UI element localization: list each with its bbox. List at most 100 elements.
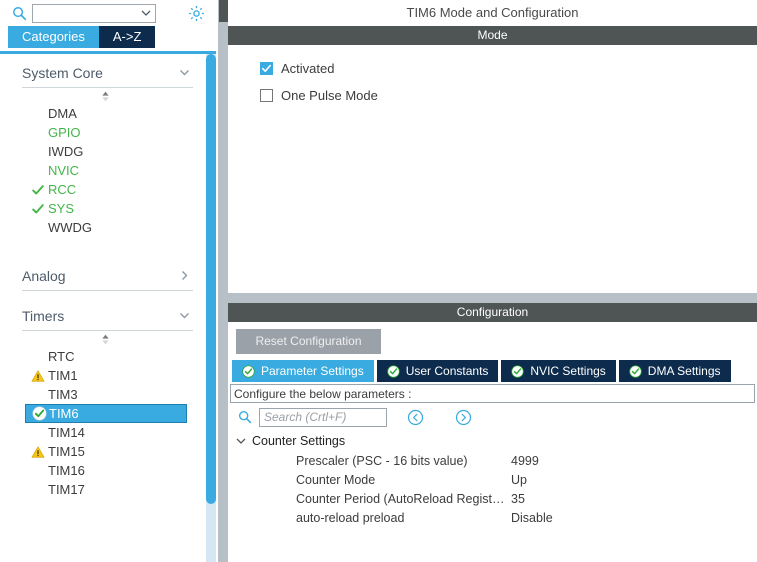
- tree-item-label: RTC: [48, 349, 75, 364]
- tree-item-sys[interactable]: SYS: [0, 199, 205, 218]
- check-circle-icon: [511, 364, 525, 378]
- tree-item-tim6[interactable]: TIM6: [25, 404, 187, 423]
- tree-item-label: TIM1: [48, 368, 78, 383]
- parameter-search-input[interactable]: Search (Crtl+F): [259, 407, 387, 427]
- tree-item-label: TIM6: [49, 406, 79, 421]
- tree-scroll-spinner[interactable]: [0, 331, 205, 347]
- component-tree-inner: System Core DMA GPIO IWDG NVIC RCC SYS WWDG Anal…: [0, 54, 205, 507]
- tree-group-label: System Core: [22, 64, 103, 81]
- tree-item-rtc[interactable]: RTC: [0, 347, 205, 366]
- tree-item-label: TIM14: [48, 425, 85, 440]
- tab-label: NVIC Settings: [530, 364, 606, 378]
- mode-configuration-pane: TIM6 Mode and Configuration Mode Activat…: [228, 0, 757, 562]
- one-pulse-mode-checkbox[interactable]: [260, 89, 273, 102]
- tree-item-wwdg[interactable]: WWDG: [0, 218, 205, 237]
- parameter-value[interactable]: 35: [511, 492, 757, 506]
- tree-item-tim14[interactable]: TIM14: [0, 423, 205, 442]
- tree-item-nvic[interactable]: NVIC: [0, 161, 205, 180]
- tab-label: User Constants: [405, 364, 489, 378]
- checkbox-row-activated[interactable]: Activated: [228, 55, 757, 82]
- search-icon[interactable]: [8, 2, 30, 24]
- tab-dma-settings[interactable]: DMA Settings: [618, 360, 731, 382]
- sidebar-tab-bar: Categories A->Z: [0, 26, 218, 48]
- sidebar-search-row: [0, 0, 218, 26]
- circle-right-arrow-icon[interactable]: [451, 406, 475, 428]
- tree-item-rcc[interactable]: RCC: [0, 180, 205, 199]
- tab-a-to-z[interactable]: A->Z: [98, 26, 156, 48]
- parameter-search-row: Search (Crtl+F): [228, 403, 757, 431]
- tree-item-label: TIM17: [48, 482, 85, 497]
- tree-item-tim1[interactable]: TIM1: [0, 366, 205, 385]
- check-icon: [30, 182, 46, 198]
- mode-section-header: Mode: [228, 26, 757, 45]
- parameter-row[interactable]: auto-reload preload Disable: [228, 508, 757, 527]
- chevron-down-icon[interactable]: [175, 307, 193, 325]
- tree-group-timers[interactable]: Timers: [22, 301, 193, 331]
- warning-icon: [30, 368, 46, 384]
- parameter-name: Counter Mode: [296, 472, 376, 487]
- tree-item-gpio[interactable]: GPIO: [0, 123, 205, 142]
- tree-item-label: DMA: [48, 106, 77, 121]
- tree-group-analog[interactable]: Analog: [22, 261, 193, 291]
- parameter-value[interactable]: Disable: [511, 511, 757, 525]
- parameter-value[interactable]: Up: [511, 473, 757, 487]
- activated-checkbox[interactable]: [260, 62, 273, 75]
- tree-item-label: TIM3: [48, 387, 78, 402]
- tree-item-tim16[interactable]: TIM16: [0, 461, 205, 480]
- param-group-counter-settings[interactable]: Counter Settings: [228, 431, 757, 451]
- tree-item-label: NVIC: [48, 163, 80, 178]
- tree-group-gap: [0, 499, 205, 507]
- tab-categories[interactable]: Categories: [8, 26, 99, 48]
- circle-left-arrow-icon[interactable]: [403, 406, 427, 428]
- tab-nvic-settings[interactable]: NVIC Settings: [501, 360, 616, 382]
- one-pulse-mode-label: One Pulse Mode: [281, 88, 378, 103]
- reset-row: Reset Configuration: [228, 322, 757, 360]
- vertical-splitter[interactable]: [218, 0, 228, 562]
- gear-icon[interactable]: [186, 3, 206, 23]
- chevron-right-icon[interactable]: [175, 267, 193, 285]
- tab-user-constants[interactable]: User Constants: [376, 360, 499, 382]
- sidebar-scrollbar-track[interactable]: [206, 54, 216, 562]
- configuration-section-body: Reset Configuration Parameter Settings Us…: [228, 322, 757, 562]
- tree-item-label: RCC: [48, 182, 77, 197]
- tab-label: DMA Settings: [647, 364, 721, 378]
- check-circle-icon: [242, 364, 255, 378]
- tree-item-tim15[interactable]: TIM15: [0, 442, 205, 461]
- tree-group-system-core[interactable]: System Core: [22, 58, 193, 88]
- tree-item-label: TIM16: [48, 463, 85, 478]
- splitter-handle-top[interactable]: [219, 0, 228, 22]
- tree-item-label: SYS: [48, 201, 75, 216]
- reset-configuration-button[interactable]: Reset Configuration: [236, 328, 381, 354]
- configuration-section-header: Configuration: [228, 303, 757, 322]
- search-combobox[interactable]: [32, 3, 156, 23]
- parameter-row[interactable]: Prescaler (PSC - 16 bits value) 4999: [228, 451, 757, 470]
- tab-parameter-settings[interactable]: Parameter Settings: [232, 360, 374, 382]
- tree-group-label: Timers: [22, 307, 65, 324]
- tree-item-tim17[interactable]: TIM17: [0, 480, 205, 499]
- tab-label: Parameter Settings: [261, 364, 364, 378]
- page-title: TIM6 Mode and Configuration: [228, 0, 757, 26]
- sidebar-scrollbar-thumb[interactable]: [206, 54, 216, 504]
- tree-item-label: TIM15: [48, 444, 85, 459]
- parameter-tree: Counter Settings Prescaler (PSC - 16 bit…: [228, 431, 757, 562]
- parameter-row[interactable]: Counter Mode Up: [228, 470, 757, 489]
- chevron-down-icon[interactable]: [234, 434, 248, 448]
- tree-group-gap: [0, 291, 205, 301]
- chevron-down-icon[interactable]: [137, 5, 155, 22]
- chevron-down-icon[interactable]: [175, 64, 193, 82]
- checkbox-row-one-pulse-mode[interactable]: One Pulse Mode: [228, 82, 757, 109]
- parameter-row[interactable]: Counter Period (AutoReload Register - 16…: [228, 489, 757, 508]
- tree-item-label: GPIO: [48, 125, 81, 140]
- horizontal-splitter[interactable]: [228, 293, 757, 303]
- check-circle-icon: [387, 364, 400, 378]
- parameter-value[interactable]: 4999: [511, 454, 757, 468]
- tree-group-gap: [0, 237, 205, 261]
- configuration-tab-bar: Parameter Settings User Constants NVIC Set…: [228, 360, 757, 382]
- tree-item-iwdg[interactable]: IWDG: [0, 142, 205, 161]
- search-icon[interactable]: [234, 406, 256, 428]
- tree-scroll-spinner[interactable]: [0, 88, 205, 104]
- tree-item-dma[interactable]: DMA: [0, 104, 205, 123]
- tree-item-tim3[interactable]: TIM3: [0, 385, 205, 404]
- parameter-name: auto-reload preload: [296, 510, 405, 525]
- parameter-name: Counter Period (AutoReload Register - 16…: [296, 491, 511, 506]
